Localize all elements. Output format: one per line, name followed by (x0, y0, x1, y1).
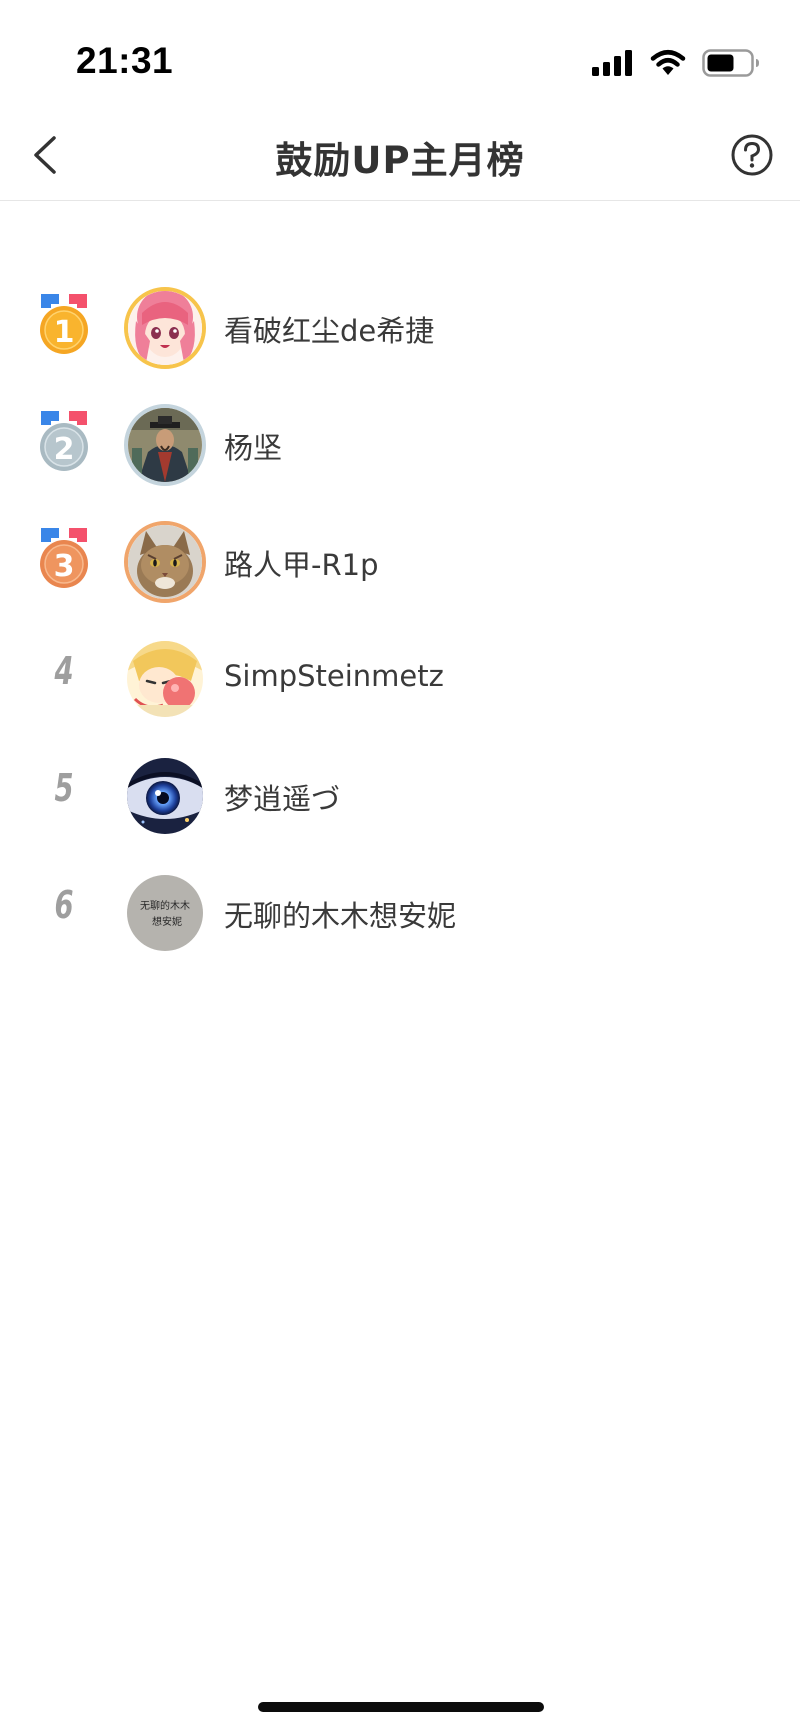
svg-text:无聊的木木: 无聊的木木 (140, 899, 190, 912)
user-name[interactable]: 无聊的木木想安妮 (224, 893, 456, 935)
silver-medal-icon: 2 (40, 411, 88, 471)
question-circle-icon (731, 134, 773, 176)
avatar[interactable]: 无聊的木木 想安妮 (127, 875, 203, 951)
cellular-signal-icon (592, 50, 632, 76)
back-button[interactable] (26, 132, 70, 178)
user-name[interactable]: 梦逍遥づ (224, 776, 340, 818)
cartoon-character-avatar (127, 641, 203, 717)
ranking-row[interactable]: 5 梦逍遥づ (0, 738, 800, 855)
ranking-row[interactable]: 2 杨坚 (0, 387, 800, 504)
status-bar: 21:31 (0, 0, 800, 110)
rank-number: 4 (54, 649, 74, 693)
wifi-icon (650, 50, 686, 75)
avatar[interactable] (127, 758, 203, 834)
avatar[interactable] (124, 404, 206, 486)
status-icons (592, 46, 760, 80)
user-name[interactable]: 路人甲-R1p (224, 542, 378, 584)
cat-photo-avatar (128, 525, 202, 599)
avatar[interactable] (124, 521, 206, 603)
emperor-portrait-avatar (128, 408, 202, 482)
page-title: 鼓励UP主月榜 (275, 139, 525, 182)
user-name[interactable]: SimpSteinmetz (224, 659, 444, 693)
ranking-row[interactable]: 6 无聊的木木 想安妮 无聊的木木想安妮 (0, 855, 800, 972)
user-name[interactable]: 杨坚 (224, 425, 282, 467)
svg-text:1: 1 (54, 315, 75, 350)
home-indicator[interactable] (258, 1702, 544, 1712)
blue-eye-avatar (127, 758, 203, 834)
status-time: 21:31 (76, 40, 174, 81)
ranking-row[interactable]: 3 路人甲-R1p (0, 504, 800, 621)
user-name[interactable]: 看破红尘de希捷 (224, 308, 434, 350)
svg-text:3: 3 (54, 549, 75, 584)
battery-icon (702, 49, 759, 77)
anime-girl-avatar (128, 291, 202, 365)
ranking-row[interactable]: 1 看破红尘de希捷 (0, 270, 800, 387)
svg-text:2: 2 (54, 432, 75, 467)
avatar[interactable] (127, 641, 203, 717)
rank-number: 6 (54, 883, 74, 927)
help-button[interactable] (730, 133, 774, 177)
ranking-row[interactable]: 4 SimpSteinmetz (0, 621, 800, 738)
handwritten-text-avatar: 无聊的木木 想安妮 (127, 875, 203, 951)
avatar[interactable] (124, 287, 206, 369)
bronze-medal-icon: 3 (40, 528, 88, 588)
chevron-left-icon (34, 136, 56, 174)
nav-bar: 鼓励UP主月榜 (0, 110, 800, 201)
gold-medal-icon: 1 (40, 294, 88, 354)
svg-text:想安妮: 想安妮 (152, 915, 182, 928)
rank-number: 5 (54, 766, 74, 810)
ranking-list: 1 看破红尘de希捷 2 杨坚 3 路人甲-R1p 4 SimpSteinmet… (0, 270, 800, 972)
